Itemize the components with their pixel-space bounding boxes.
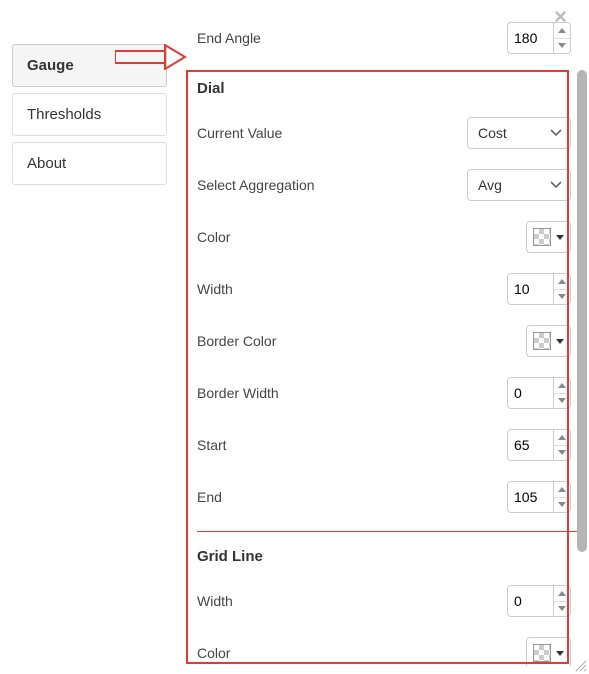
section-grid-line: Grid Line Width Color — [197, 532, 577, 666]
sidebar-item-label: Gauge — [27, 57, 74, 74]
row-border-color: Border Color — [197, 315, 577, 367]
dial-border-width-input[interactable] — [507, 377, 553, 409]
row-end-angle: End Angle — [197, 12, 577, 64]
label-end: End — [197, 489, 222, 505]
spinner-down-icon[interactable] — [554, 39, 570, 54]
dial-border-width-spinner — [553, 377, 571, 409]
spinner-up-icon[interactable] — [554, 586, 570, 602]
row-gridline-width: Width — [197, 575, 577, 627]
sidebar-item-thresholds[interactable]: Thresholds — [12, 93, 167, 136]
label-border-color: Border Color — [197, 333, 276, 349]
current-value-select[interactable]: Cost — [467, 117, 571, 149]
chevron-down-icon — [550, 129, 562, 137]
dial-width-input[interactable] — [507, 273, 553, 305]
section-header-grid-line: Grid Line — [197, 532, 577, 575]
sidebar-item-about[interactable]: About — [12, 142, 167, 185]
row-aggregation: Select Aggregation Avg — [197, 159, 577, 211]
label-start: Start — [197, 437, 227, 453]
sidebar: Gauge Thresholds About — [12, 8, 167, 666]
scrollbar[interactable] — [577, 40, 587, 662]
dial-start-spinner — [553, 429, 571, 461]
spinner-down-icon[interactable] — [554, 394, 570, 409]
annotation-arrow — [115, 44, 187, 70]
gridline-width-spinner — [553, 585, 571, 617]
label-color: Color — [197, 229, 230, 245]
spinner-up-icon[interactable] — [554, 23, 570, 39]
end-angle-input[interactable] — [507, 22, 553, 54]
spinner-down-icon[interactable] — [554, 446, 570, 461]
spinner-down-icon[interactable] — [554, 602, 570, 617]
spinner-up-icon[interactable] — [554, 274, 570, 290]
caret-down-icon — [556, 651, 564, 656]
resize-handle-icon[interactable] — [573, 658, 587, 672]
section-dial: Dial Current Value Cost Select Aggregati… — [197, 64, 577, 523]
label-border-width: Border Width — [197, 385, 279, 401]
gridline-color-picker[interactable] — [526, 637, 571, 666]
row-gridline-color: Color — [197, 627, 577, 666]
row-end: End — [197, 471, 577, 523]
dial-end-spinner — [553, 481, 571, 513]
caret-down-icon — [556, 339, 564, 344]
label-width: Width — [197, 281, 233, 297]
settings-panel: End Angle Dial Current Value Cost — [167, 8, 577, 666]
label-gridline-width: Width — [197, 593, 233, 609]
row-border-width: Border Width — [197, 367, 577, 419]
row-start: Start — [197, 419, 577, 471]
color-swatch-icon — [533, 332, 551, 350]
scrollbar-thumb[interactable] — [577, 70, 587, 552]
spinner-up-icon[interactable] — [554, 430, 570, 446]
spinner-up-icon[interactable] — [554, 378, 570, 394]
spinner-down-icon[interactable] — [554, 290, 570, 305]
end-angle-spinner — [553, 22, 571, 54]
spinner-down-icon[interactable] — [554, 498, 570, 513]
current-value-selected: Cost — [478, 125, 507, 141]
row-color: Color — [197, 211, 577, 263]
dial-color-picker[interactable] — [526, 221, 571, 253]
dial-width-spinner — [553, 273, 571, 305]
caret-down-icon — [556, 235, 564, 240]
aggregation-select[interactable]: Avg — [467, 169, 571, 201]
section-header-dial: Dial — [197, 64, 577, 107]
label-aggregation: Select Aggregation — [197, 177, 315, 193]
label-end-angle: End Angle — [197, 30, 261, 46]
label-gridline-color: Color — [197, 645, 230, 661]
dial-end-input[interactable] — [507, 481, 553, 513]
aggregation-selected: Avg — [478, 177, 502, 193]
sidebar-item-label: About — [27, 155, 66, 172]
dial-start-input[interactable] — [507, 429, 553, 461]
color-swatch-icon — [533, 644, 551, 662]
sidebar-item-label: Thresholds — [27, 106, 101, 123]
gridline-width-input[interactable] — [507, 585, 553, 617]
color-swatch-icon — [533, 228, 551, 246]
row-width: Width — [197, 263, 577, 315]
spinner-up-icon[interactable] — [554, 482, 570, 498]
dial-border-color-picker[interactable] — [526, 325, 571, 357]
chevron-down-icon — [550, 181, 562, 189]
row-current-value: Current Value Cost — [197, 107, 577, 159]
label-current-value: Current Value — [197, 125, 282, 141]
